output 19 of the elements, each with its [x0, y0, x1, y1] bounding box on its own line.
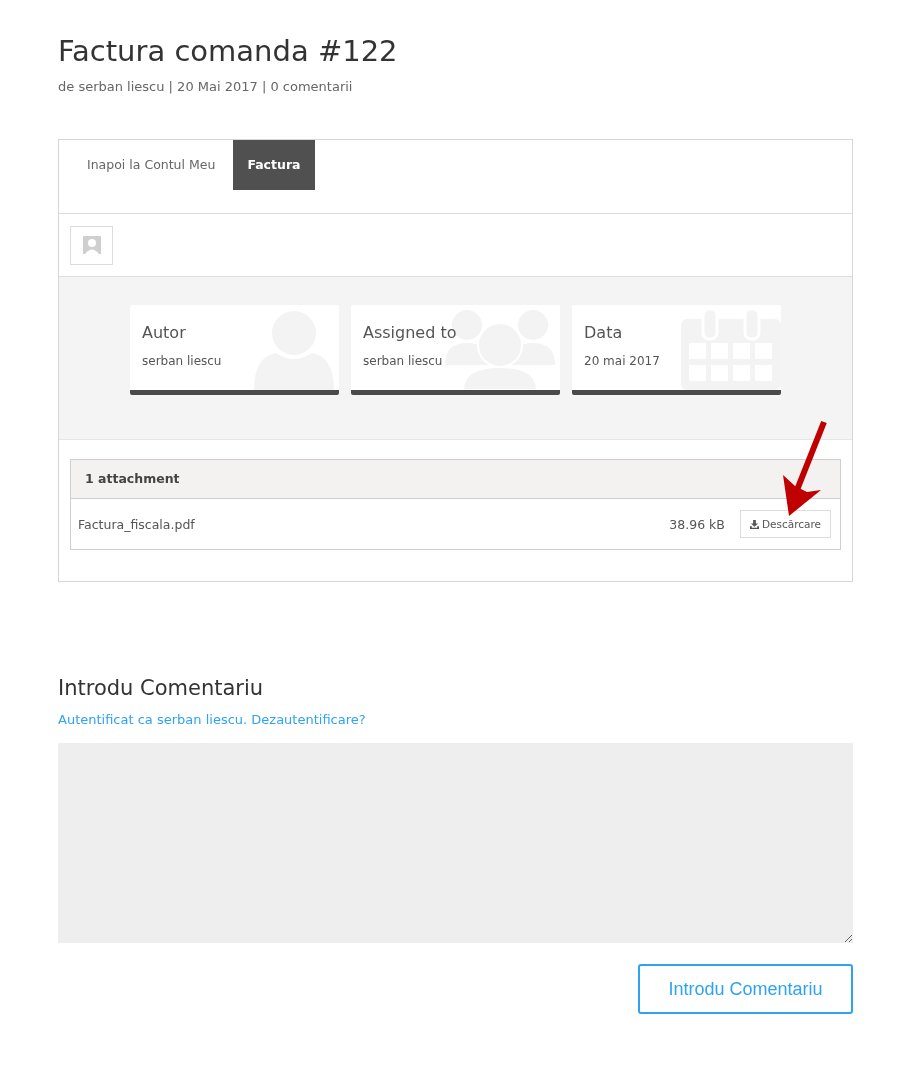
download-button[interactable]: Descărcare	[739, 510, 831, 538]
login-status: Autentificat ca serban liescu. Dezautentificare?	[58, 712, 367, 727]
card-value: serban liescu	[363, 354, 444, 368]
post-meta: de serban liescu | 20 Mai 2017 | 0 comentarii	[58, 79, 354, 94]
file-size: 38.96 kB	[669, 516, 725, 532]
avatar-icon	[70, 225, 113, 265]
tab[interactable]: Inapoi la Contul Meu	[73, 140, 230, 190]
card-label: Data	[584, 323, 624, 342]
tab[interactable]: Factura	[233, 140, 315, 190]
download-icon	[749, 519, 759, 529]
card-value: serban liescu	[142, 354, 223, 368]
card-label: Assigned to	[363, 323, 458, 342]
post-title: Factura comanda #122	[58, 33, 399, 69]
card-value: 20 mai 2017	[584, 354, 661, 368]
card-label: Autor	[142, 323, 187, 342]
comment-heading: Introdu Comentariu	[58, 675, 265, 702]
attachments-header: 1 attachment	[71, 460, 840, 499]
comment-field[interactable]	[58, 743, 853, 943]
file-name: Factura_fiscala.pdf	[78, 516, 196, 532]
